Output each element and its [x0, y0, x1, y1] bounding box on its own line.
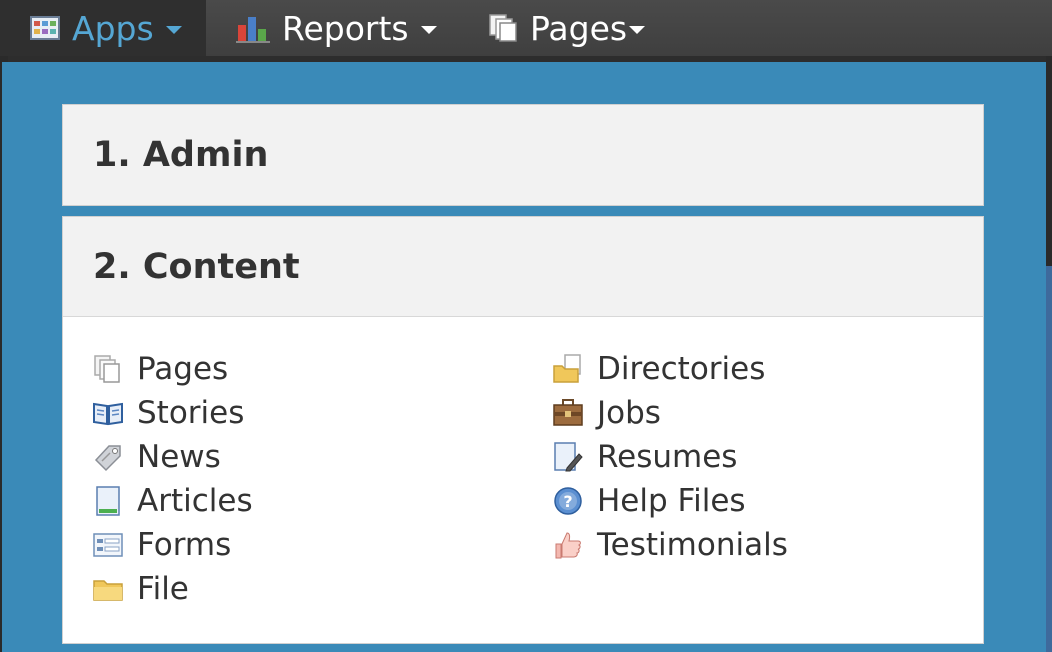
content-item-stories[interactable]: Stories: [93, 391, 253, 435]
content-item-label: Resumes: [597, 439, 738, 475]
briefcase-icon: [553, 398, 583, 428]
content-item-label: News: [137, 439, 221, 475]
document-edit-icon: [553, 442, 583, 472]
section-content-header[interactable]: 2. Content: [63, 217, 983, 317]
content-item-resumes[interactable]: Resumes: [553, 435, 788, 479]
content-item-help-files[interactable]: ? Help Files: [553, 479, 788, 523]
content-item-label: Help Files: [597, 483, 746, 519]
form-icon: [93, 530, 123, 560]
content-item-news[interactable]: News: [93, 435, 253, 479]
content-item-file[interactable]: File: [93, 567, 253, 611]
background-strip-right: [1046, 56, 1052, 652]
content-item-label: Articles: [137, 483, 253, 519]
pages-icon: [93, 354, 123, 384]
chevron-down-icon: [420, 26, 437, 34]
section-admin[interactable]: 1. Admin: [62, 104, 984, 206]
content-item-jobs[interactable]: Jobs: [553, 391, 788, 435]
folder-icon: [93, 574, 123, 604]
content-item-label: Forms: [137, 527, 232, 563]
content-list-left: Pages Stories News Articles Forms File: [93, 347, 253, 611]
content-item-articles[interactable]: Articles: [93, 479, 253, 523]
content-item-label: Directories: [597, 351, 766, 387]
bar-chart-icon: [236, 13, 270, 43]
content-item-pages[interactable]: Pages: [93, 347, 253, 391]
nav-pages[interactable]: Pages: [488, 0, 646, 56]
content-item-testimonials[interactable]: Testimonials: [553, 523, 788, 567]
nav-apps[interactable]: Apps: [0, 0, 206, 56]
content-item-label: File: [137, 571, 189, 607]
content-item-forms[interactable]: Forms: [93, 523, 253, 567]
section-content[interactable]: 2. Content Pages Stories News Articles F…: [62, 216, 984, 644]
tag-icon: [93, 442, 123, 472]
folder-document-icon: [553, 354, 583, 384]
pages-icon: [488, 13, 518, 43]
apps-grid-icon: [30, 16, 60, 40]
content-item-label: Stories: [137, 395, 245, 431]
content-item-label: Testimonials: [597, 527, 788, 563]
content-item-label: Pages: [137, 351, 229, 387]
chevron-down-icon: [629, 26, 646, 34]
nav-reports-label: Reports: [282, 8, 409, 48]
top-nav-bar: Apps Reports Pages: [0, 0, 1052, 56]
chevron-down-icon: [165, 26, 182, 34]
nav-pages-label: Pages: [530, 8, 628, 48]
content-list-right: Directories Jobs Resumes ? Help Files Te…: [553, 347, 788, 567]
help-icon: ?: [553, 486, 583, 516]
content-item-label: Jobs: [597, 395, 661, 431]
open-book-icon: [93, 398, 123, 428]
section-admin-header[interactable]: 1. Admin: [63, 105, 983, 205]
nav-apps-label: Apps: [72, 8, 154, 48]
nav-reports[interactable]: Reports: [236, 0, 437, 56]
document-icon: [93, 486, 123, 516]
svg-text:?: ?: [563, 492, 572, 511]
thumbs-up-icon: [553, 530, 583, 560]
content-item-directories[interactable]: Directories: [553, 347, 788, 391]
